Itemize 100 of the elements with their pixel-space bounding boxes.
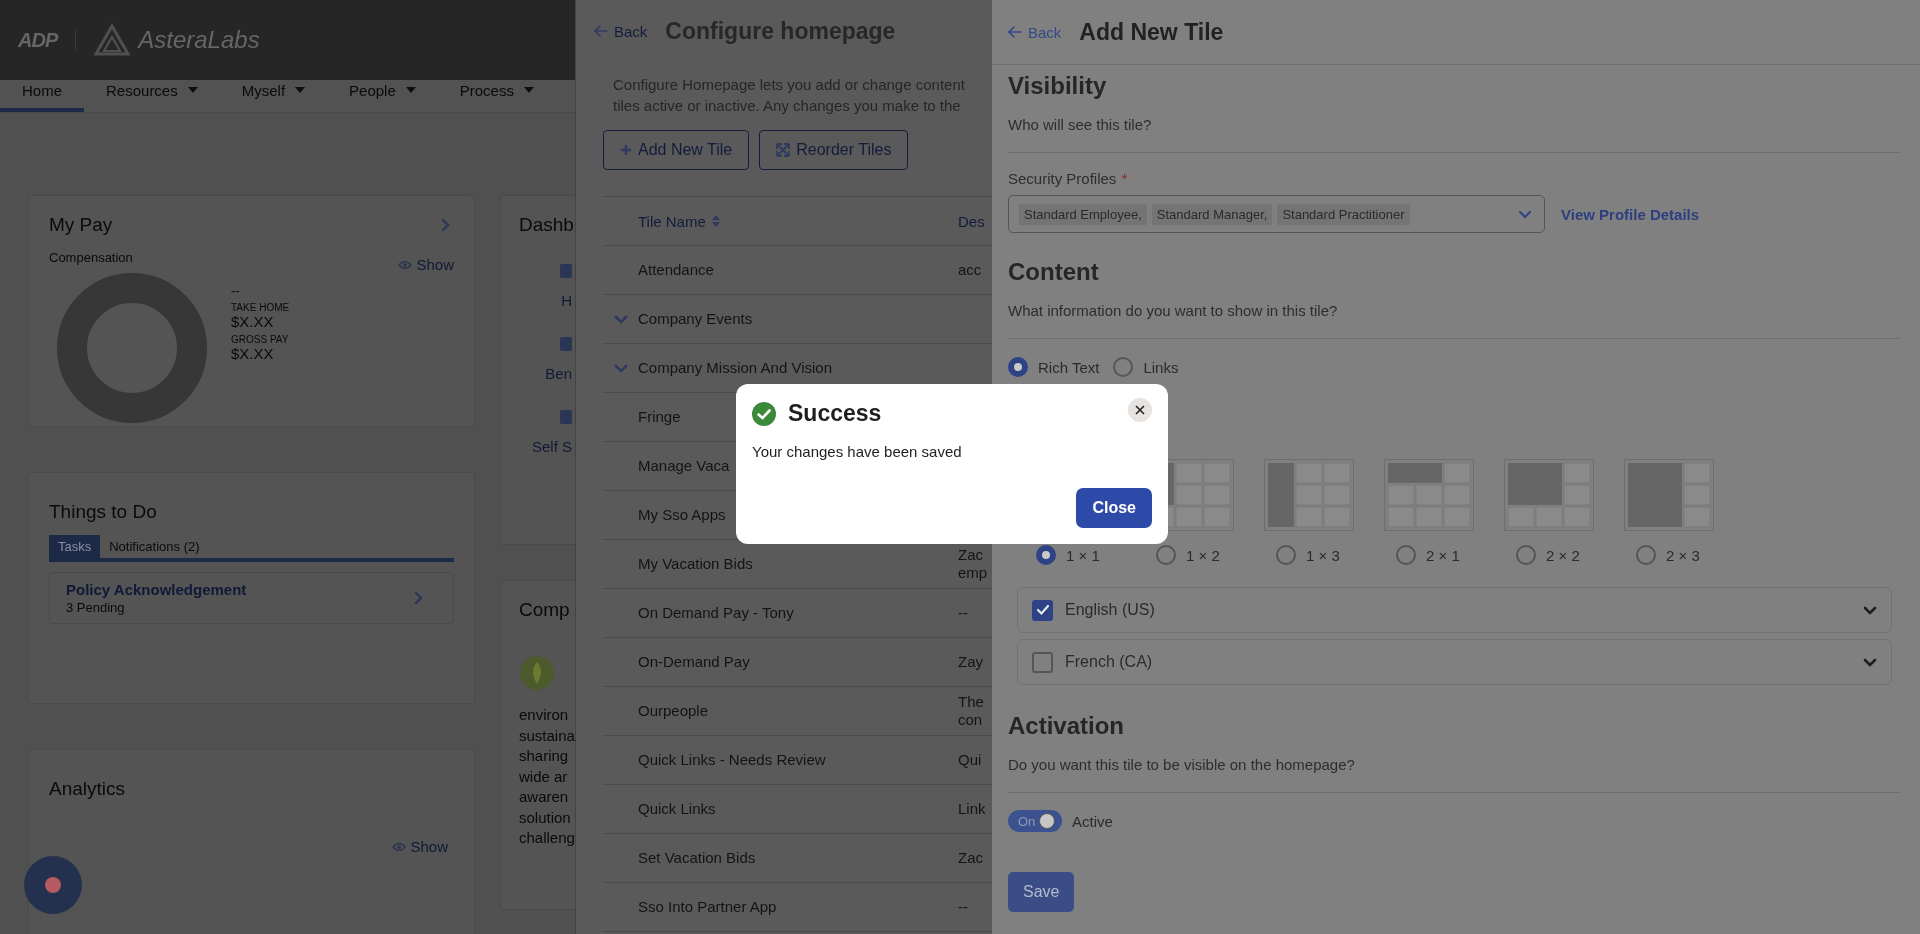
dashboard-link[interactable]: H xyxy=(561,292,572,309)
table-cell: The con xyxy=(958,693,984,729)
save-button[interactable]: Save xyxy=(1008,872,1075,912)
table-cell: Fringe xyxy=(638,408,681,425)
text-line: awaren xyxy=(519,787,570,807)
text-line: solution xyxy=(519,807,572,828)
text-line: challeng xyxy=(519,828,575,848)
brand-name: AsteraLabs xyxy=(138,26,260,54)
radio-option[interactable]: Rich Text xyxy=(1008,355,1100,379)
nav-tab[interactable]: People xyxy=(327,80,438,112)
eye-icon xyxy=(392,841,407,852)
toggle-switch[interactable]: On xyxy=(1008,810,1062,832)
radio-button[interactable] xyxy=(1396,545,1416,565)
table-cell: -- xyxy=(958,604,968,622)
radio-button[interactable] xyxy=(1636,545,1656,565)
tab[interactable]: Notifications (2) xyxy=(100,535,209,558)
radio-option[interactable]: 2 × 2 xyxy=(1516,545,1624,565)
radio-button[interactable] xyxy=(1036,545,1056,565)
radio-button[interactable] xyxy=(1008,357,1028,377)
dialog-title: Success xyxy=(788,400,883,427)
card-title: Things to Do xyxy=(49,501,158,523)
table-cell: My Sso Apps xyxy=(638,506,726,523)
table-cell: -- xyxy=(958,898,968,916)
close-button[interactable] xyxy=(1128,397,1152,422)
leaf-logo-icon xyxy=(519,655,555,691)
take-home-label: TAKE HOME xyxy=(231,302,290,313)
status-label: Active xyxy=(1072,812,1113,830)
show-link[interactable]: Show xyxy=(49,838,448,855)
radio-option[interactable]: Links xyxy=(1113,355,1179,379)
radio-label: 1 × 3 xyxy=(1306,546,1340,564)
checkbox[interactable] xyxy=(1032,599,1053,621)
column-header[interactable]: Tile Name xyxy=(638,212,958,230)
nav-tab[interactable]: Myself xyxy=(219,80,328,112)
back-link[interactable]: Back xyxy=(1008,23,1062,41)
table-cell: On-Demand Pay xyxy=(638,653,750,670)
plus-icon xyxy=(620,144,632,156)
back-link[interactable]: Back xyxy=(594,22,648,40)
arrow-left-icon xyxy=(594,25,608,37)
table-cell: Company Events xyxy=(638,310,753,327)
chevron-down-icon xyxy=(1863,657,1877,667)
language-row[interactable]: English (US) xyxy=(1017,587,1892,633)
table-cell: Company Mission And Vision xyxy=(638,359,832,376)
gross-pay-label: GROSS PAY xyxy=(231,334,290,345)
radio-button[interactable] xyxy=(1113,357,1134,377)
section-heading: Visibility xyxy=(1008,71,1108,101)
compensation-label: Compensation xyxy=(49,250,133,267)
tile-icon xyxy=(560,410,572,424)
checkbox[interactable] xyxy=(1032,651,1053,673)
nav-tab[interactable]: Process xyxy=(437,80,556,112)
card-title: My Pay xyxy=(49,214,113,236)
language-row[interactable]: French (CA) xyxy=(1017,639,1892,685)
reorder-button[interactable]: Reorder Tiles xyxy=(759,130,909,170)
card-title: Comp xyxy=(519,599,571,621)
dashboard-link[interactable]: Ben xyxy=(545,365,572,382)
dot-icon xyxy=(45,877,61,893)
card-title: Dashb xyxy=(519,214,575,236)
section-question: What information do you want to show in this tile? xyxy=(1008,301,1900,339)
logo-text: ADP xyxy=(18,28,58,52)
chevron-down-icon xyxy=(1518,209,1532,219)
radio-label: 2 × 2 xyxy=(1546,546,1580,564)
pay-dash: -- xyxy=(231,283,241,298)
radio-option[interactable]: 2 × 1 xyxy=(1396,545,1504,565)
view-profile-link[interactable]: View Profile Details xyxy=(1561,205,1700,223)
dialog-message: Your changes have been saved xyxy=(752,443,963,460)
task-item[interactable]: Policy Acknowledgement 3 Pending xyxy=(49,572,454,624)
task-title: Policy Acknowledgement xyxy=(66,581,247,598)
close-icon xyxy=(1135,404,1145,415)
chevron-down-icon xyxy=(1863,605,1877,615)
triangle-logo-icon xyxy=(94,23,131,57)
radio-label: 2 × 1 xyxy=(1426,546,1460,564)
text-line: environ xyxy=(519,705,570,725)
close-button[interactable]: Close xyxy=(1076,488,1152,528)
tab[interactable]: Tasks xyxy=(49,535,101,558)
section-heading: Content xyxy=(1008,257,1100,287)
radio-label: Links xyxy=(1143,358,1179,376)
chevron-right-icon xyxy=(414,591,423,605)
table-cell: Sso Into Partner App xyxy=(638,898,777,915)
security-profiles-select[interactable]: Standard Employee, Standard Manager, Standard Practitioner xyxy=(1008,195,1545,233)
radio-option[interactable]: 2 × 3 xyxy=(1636,545,1744,565)
table-cell: Quick Links xyxy=(638,800,716,817)
nav-tab[interactable]: Resources xyxy=(84,80,220,112)
language-label: French (CA) xyxy=(1065,653,1154,671)
add-tile-button[interactable]: Add New Tile xyxy=(603,130,750,170)
radio-button[interactable] xyxy=(1516,545,1536,565)
arrow-left-icon xyxy=(1008,26,1022,38)
show-link[interactable]: Show xyxy=(398,256,454,273)
gross-pay-amount: $X.XX xyxy=(231,345,275,362)
section-question: Do you want this tile to be visible on the homepage? xyxy=(1008,755,1900,793)
arrows-icon xyxy=(776,143,791,157)
take-home-amount: $X.XX xyxy=(231,313,275,330)
radio-option[interactable]: 1 × 2 xyxy=(1156,545,1264,565)
profile-chip: Standard Employee, xyxy=(1019,203,1147,225)
nav-tab[interactable]: Home xyxy=(0,80,84,112)
dashboard-link[interactable]: Self S xyxy=(531,438,572,455)
table-cell: Manage Vaca xyxy=(638,457,730,474)
table-cell: Ourpeople xyxy=(638,702,709,719)
check-circle-icon xyxy=(752,401,776,426)
radio-button[interactable] xyxy=(1156,545,1176,565)
radio-button[interactable] xyxy=(1276,545,1296,565)
radio-option[interactable]: 1 × 3 xyxy=(1276,545,1384,565)
